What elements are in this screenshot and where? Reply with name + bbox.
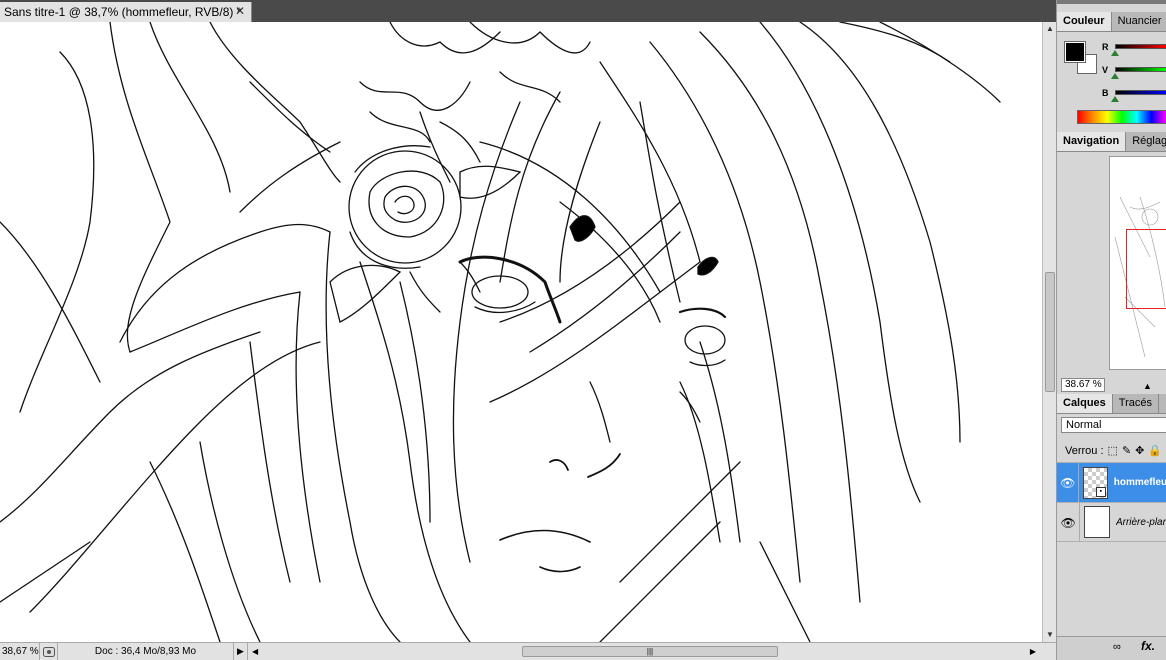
status-menu-arrow-icon[interactable]: ▶ bbox=[234, 643, 248, 660]
horizontal-scroll-thumb[interactable]: ||| bbox=[522, 646, 778, 657]
layer-effects-icon[interactable]: fx. bbox=[1141, 639, 1155, 653]
document-tab-title: Sans titre-1 @ 38,7% (hommefleur, RVB/8)… bbox=[4, 5, 242, 19]
layer-name[interactable]: hommefleur bbox=[1114, 477, 1166, 488]
layer-row-hommefleur[interactable]: 👁 ▪ hommefleur bbox=[1057, 462, 1166, 502]
navigation-panel: 38.67 % ▲ bbox=[1057, 152, 1166, 392]
b-slider-thumb[interactable] bbox=[1111, 96, 1119, 102]
status-info-icon[interactable] bbox=[40, 643, 58, 660]
status-doc-info: Doc : 36,4 Mo/8,93 Mo bbox=[58, 643, 234, 660]
layer-visibility-eye-icon[interactable]: 👁 bbox=[1057, 463, 1080, 502]
layers-panel: Normal Verrou : ⬚ ✎ ✥ 🔒 👁 ▪ hommefleur 👁… bbox=[1057, 414, 1166, 644]
close-icon[interactable]: ✕ bbox=[235, 4, 245, 18]
panel-dock-strip bbox=[1057, 0, 1166, 4]
photoshop-window: Sans titre-1 @ 38,7% (hommefleur, RVB/8)… bbox=[0, 0, 1166, 660]
v-slider-track[interactable] bbox=[1115, 67, 1166, 72]
document-tab[interactable]: Sans titre-1 @ 38,7% (hommefleur, RVB/8)… bbox=[0, 2, 252, 22]
blend-mode-select[interactable]: Normal bbox=[1061, 417, 1166, 433]
lock-label: Verrou : bbox=[1065, 444, 1104, 457]
navigation-panel-tabs: Navigation Réglages bbox=[1057, 132, 1166, 152]
document-tab-bar: Sans titre-1 @ 38,7% (hommefleur, RVB/8)… bbox=[0, 0, 1056, 22]
channel-label-b: B bbox=[1102, 88, 1109, 98]
channel-label-r: R bbox=[1102, 42, 1109, 52]
zoom-out-icon[interactable]: ▲ bbox=[1143, 381, 1152, 391]
b-slider-track[interactable] bbox=[1115, 90, 1166, 95]
tab-nuancier[interactable]: Nuancier bbox=[1112, 12, 1166, 31]
vertical-scrollbar[interactable]: ▲ ▼ bbox=[1042, 22, 1056, 642]
canvas[interactable] bbox=[0, 22, 1042, 642]
lock-row: Verrou : ⬚ ✎ ✥ 🔒 bbox=[1065, 444, 1162, 458]
lock-transparency-icon[interactable]: ⬚ bbox=[1108, 444, 1118, 457]
color-panel-tabs: Couleur Nuancier bbox=[1057, 12, 1166, 32]
navigation-zoom-field[interactable]: 38.67 % bbox=[1061, 378, 1105, 392]
lock-all-icon[interactable]: 🔒 bbox=[1148, 444, 1162, 457]
layer-thumbnail bbox=[1084, 506, 1110, 538]
link-layers-icon[interactable]: ∞ bbox=[1113, 641, 1121, 653]
lock-brush-icon[interactable]: ✎ bbox=[1122, 444, 1131, 457]
right-panel-dock: Couleur Nuancier R V B Navigation Réglag… bbox=[1056, 0, 1166, 660]
vertical-scroll-thumb[interactable] bbox=[1045, 272, 1055, 392]
layer-name[interactable]: Arrière-plan bbox=[1116, 517, 1166, 528]
navigation-view-box[interactable] bbox=[1126, 229, 1166, 309]
scroll-up-icon[interactable]: ▲ bbox=[1043, 22, 1057, 36]
color-panel: R V B bbox=[1057, 34, 1166, 130]
lock-move-icon[interactable]: ✥ bbox=[1135, 444, 1144, 457]
color-spectrum-bar[interactable] bbox=[1077, 110, 1166, 124]
layer-row-arriere-plan[interactable]: 👁 Arrière-plan bbox=[1057, 502, 1166, 542]
r-slider-thumb[interactable] bbox=[1111, 50, 1119, 56]
scroll-down-icon[interactable]: ▼ bbox=[1043, 628, 1057, 642]
scroll-right-icon[interactable]: ▶ bbox=[1030, 643, 1036, 660]
v-slider-thumb[interactable] bbox=[1111, 73, 1119, 79]
smart-object-icon: ▪ bbox=[1095, 486, 1106, 497]
horizontal-scrollbar[interactable]: ◀ ||| ▶ bbox=[248, 643, 1056, 660]
line-art-drawing bbox=[0, 22, 1001, 642]
tab-couleur[interactable]: Couleur bbox=[1057, 12, 1112, 31]
layers-footer: ∞ fx. bbox=[1057, 636, 1166, 660]
tab-reglages[interactable]: Réglages bbox=[1126, 132, 1166, 151]
r-slider-track[interactable] bbox=[1115, 44, 1166, 49]
layer-thumbnail: ▪ bbox=[1083, 466, 1108, 499]
status-bar: 38,67 % Doc : 36,4 Mo/8,93 Mo ▶ ◀ ||| ▶ bbox=[0, 642, 1056, 660]
scroll-left-icon[interactable]: ◀ bbox=[252, 643, 258, 660]
tab-traces[interactable]: Tracés bbox=[1113, 394, 1160, 413]
channel-label-v: V bbox=[1102, 65, 1109, 75]
tab-calques[interactable]: Calques bbox=[1057, 394, 1113, 413]
layer-visibility-eye-icon[interactable]: 👁 bbox=[1057, 503, 1081, 541]
tab-navigation[interactable]: Navigation bbox=[1057, 132, 1127, 151]
layers-panel-tabs: Calques Tracés bbox=[1057, 394, 1166, 414]
foreground-color-swatch[interactable] bbox=[1064, 41, 1086, 63]
navigation-thumbnail[interactable] bbox=[1109, 156, 1166, 370]
status-zoom[interactable]: 38,67 % bbox=[0, 643, 40, 660]
